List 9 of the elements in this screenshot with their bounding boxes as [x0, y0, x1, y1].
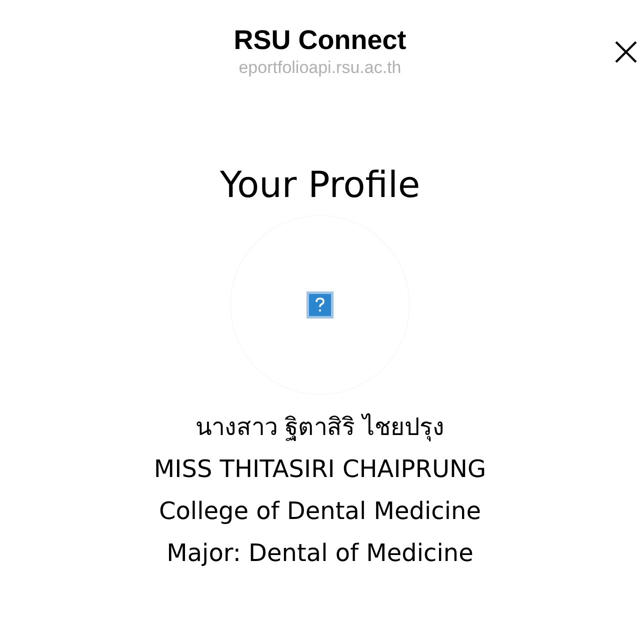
close-icon[interactable] — [614, 40, 638, 64]
profile-text: College of Dental Medicine — [158, 496, 482, 527]
window-title: RSU Connect — [234, 24, 406, 56]
page-url: eportfolioapi.rsu.ac.th — [238, 57, 402, 79]
broken-image-icon — [306, 291, 334, 319]
profile-text: Major: Dental of Medicine — [166, 538, 474, 569]
profile-text: นางสาว ฐิตาสิริ ไชยปรุง — [195, 412, 445, 444]
profile-text: MISS THITASIRI CHAIPRUNG — [154, 454, 486, 485]
page-heading: Your Profile — [220, 164, 420, 208]
